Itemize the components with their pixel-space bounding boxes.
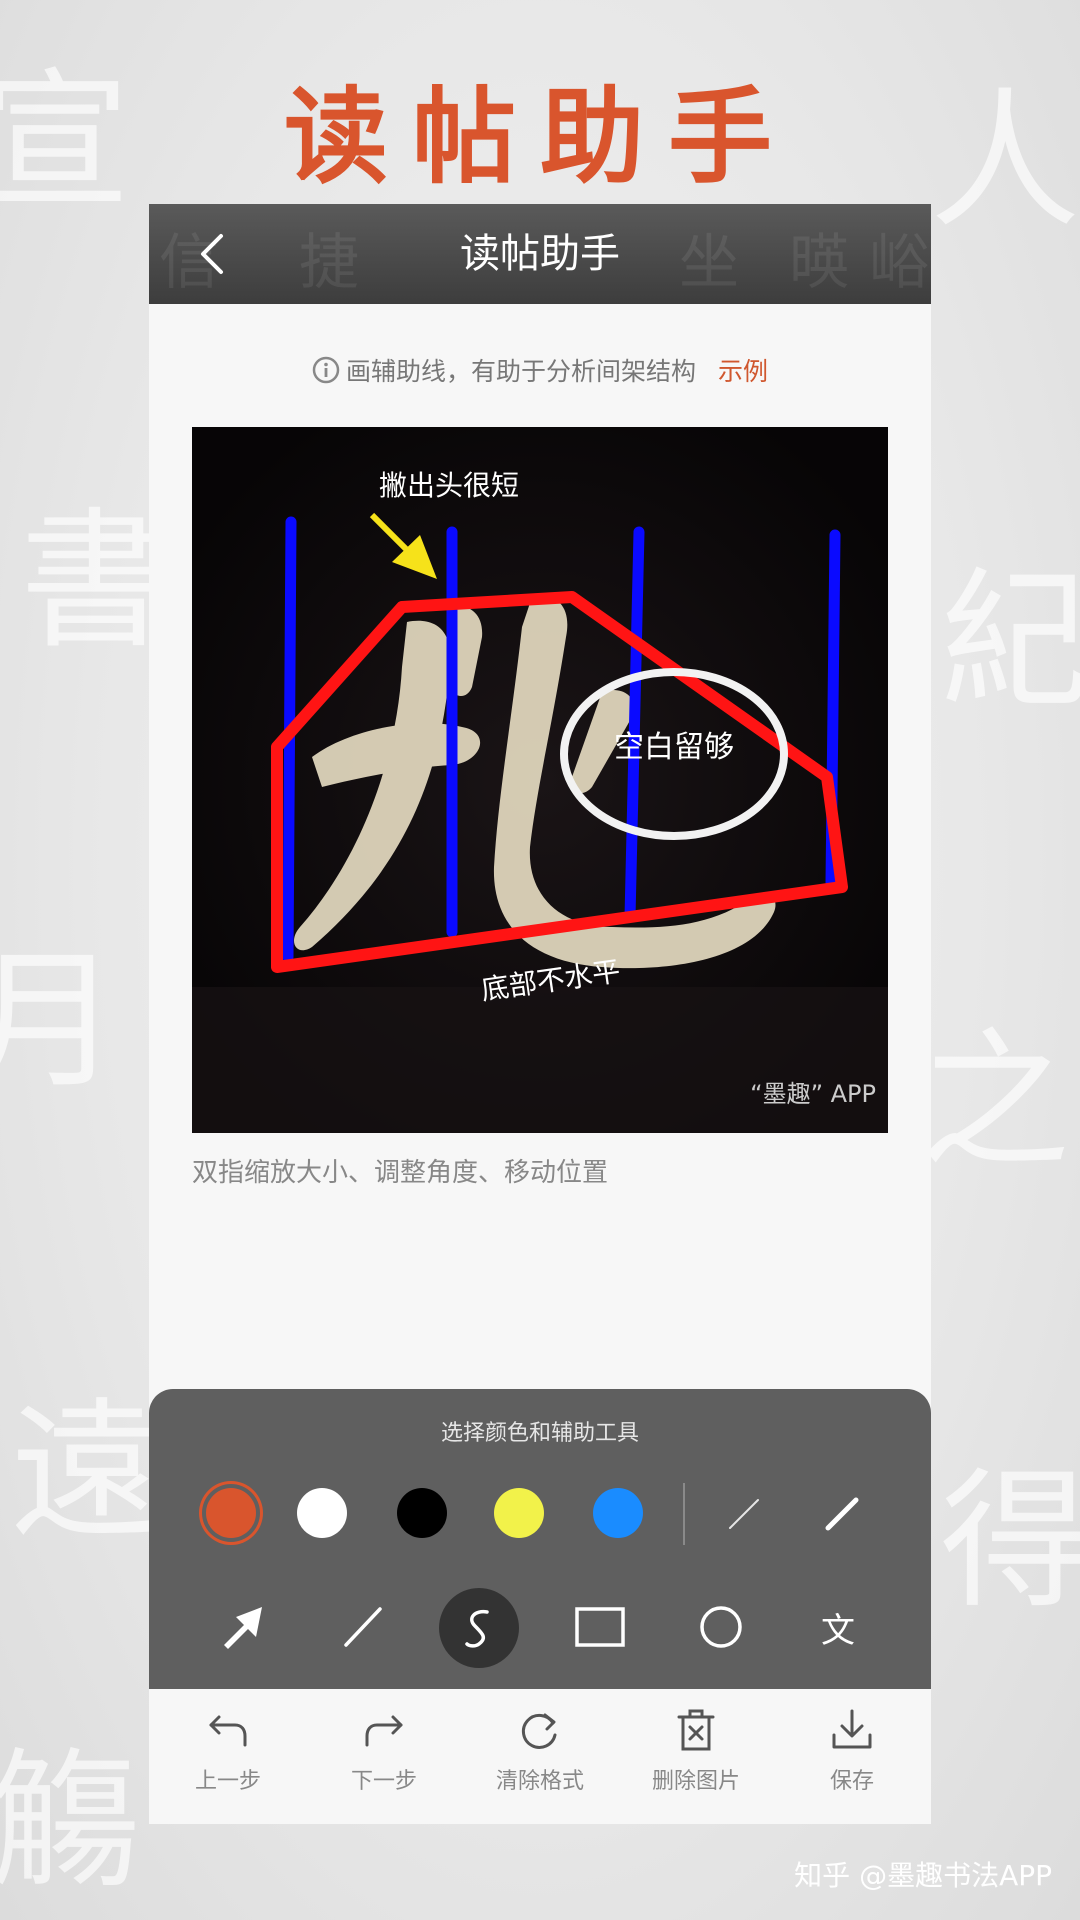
tool-rectangle[interactable] xyxy=(567,1594,633,1660)
redo-button[interactable]: 下一步 xyxy=(329,1707,439,1795)
redo-label: 下一步 xyxy=(350,1769,417,1794)
stroke-thin-button[interactable] xyxy=(719,1489,769,1539)
brand-mark: “墨趣” APP xyxy=(750,1080,876,1108)
color-swatch-white[interactable] xyxy=(297,1488,347,1538)
panel-title: 选择颜色和辅助工具 xyxy=(440,1421,639,1446)
divider xyxy=(683,1483,685,1545)
page-title: 读帖助手 xyxy=(460,231,620,277)
annotation-circle: 空白留够 xyxy=(614,730,734,765)
bottom-toolbar: 上一步 下一步 清除格式 删除图片 保存 xyxy=(149,1689,931,1824)
freehand-icon xyxy=(465,1609,489,1648)
info-icon xyxy=(312,356,340,384)
calligraphy-image: 撇出头很短 空白留够 底部不水平 “墨趣” APP xyxy=(192,427,888,1133)
rectangle-icon xyxy=(575,1607,625,1647)
tool-panel: 选择颜色和辅助工具 文 xyxy=(149,1389,931,1689)
tool-circle[interactable] xyxy=(688,1594,754,1660)
hint-text: 画辅助线，有助于分析间架结构 xyxy=(345,357,696,386)
tool-text[interactable]: 文 xyxy=(805,1594,871,1660)
stroke-thick-button[interactable] xyxy=(817,1489,867,1539)
delete-image-icon xyxy=(677,1709,715,1751)
drawing-canvas[interactable]: 撇出头很短 空白留够 底部不水平 “墨趣” APP xyxy=(192,427,888,1133)
tool-line[interactable] xyxy=(329,1594,395,1660)
refresh-icon xyxy=(521,1713,557,1749)
clear-format-button[interactable]: 清除格式 xyxy=(485,1707,595,1795)
app-screen: 信捷坐暎峪 读帖助手 画辅助线，有助于分析间架结构 示例 撇出头很短 空白留够 … xyxy=(149,204,931,1824)
color-swatch-orange[interactable] xyxy=(206,1488,256,1538)
promo-title: 读帖助手 xyxy=(283,75,796,198)
example-link[interactable]: 示例 xyxy=(718,357,768,386)
circle-icon xyxy=(700,1606,742,1648)
redo-icon xyxy=(365,1715,403,1747)
zhihu-watermark: 知乎 @墨趣书法APP xyxy=(794,1859,1052,1892)
delete-image-label: 删除图片 xyxy=(651,1769,740,1794)
undo-label: 上一步 xyxy=(194,1769,261,1794)
delete-image-button[interactable]: 删除图片 xyxy=(641,1707,751,1795)
color-swatch-blue[interactable] xyxy=(593,1488,643,1538)
line-icon xyxy=(344,1607,382,1647)
text-icon: 文 xyxy=(821,1610,855,1651)
thin-stroke-icon xyxy=(729,1499,759,1529)
nav-bar: 信捷坐暎峪 读帖助手 xyxy=(149,204,931,304)
annotation-top: 撇出头很短 xyxy=(379,469,519,502)
arrow-icon xyxy=(224,1607,262,1649)
color-swatch-black[interactable] xyxy=(397,1488,447,1538)
gesture-hint: 双指缩放大小、调整角度、移动位置 xyxy=(192,1158,609,1188)
hint-row: 画辅助线，有助于分析间架结构 示例 xyxy=(149,352,931,388)
save-button[interactable]: 保存 xyxy=(797,1707,907,1795)
clear-format-label: 清除格式 xyxy=(495,1769,584,1794)
thick-stroke-icon xyxy=(825,1497,859,1531)
save-label: 保存 xyxy=(829,1769,874,1794)
download-icon xyxy=(832,1709,872,1749)
color-swatch-yellow[interactable] xyxy=(494,1488,544,1538)
tool-freehand[interactable] xyxy=(439,1588,519,1668)
undo-icon xyxy=(209,1715,247,1747)
tool-arrow[interactable] xyxy=(211,1594,277,1660)
undo-button[interactable]: 上一步 xyxy=(173,1707,283,1795)
